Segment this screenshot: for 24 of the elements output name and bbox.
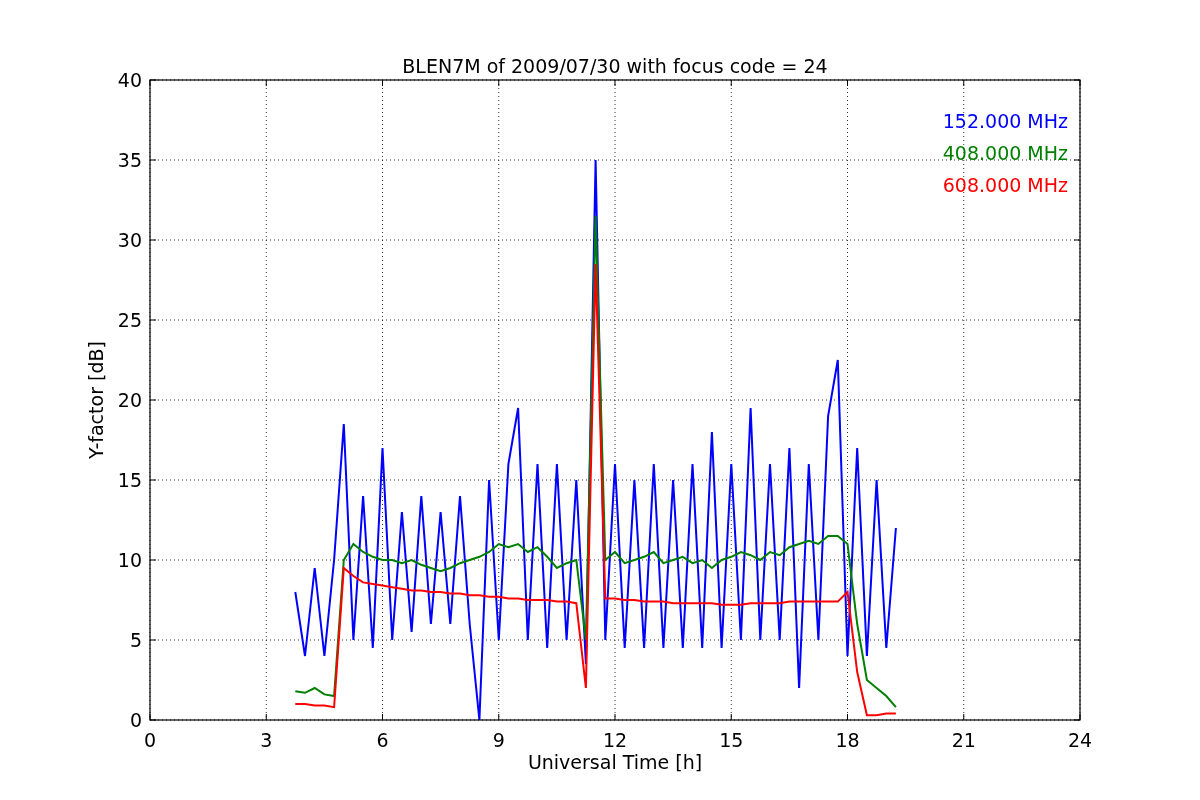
y-tick-label: 20 <box>117 389 142 411</box>
x-tick-label: 12 <box>602 729 628 751</box>
y-tick-label: 25 <box>117 309 142 331</box>
x-axis-label: Universal Time [h] <box>527 751 703 773</box>
y-tick-label: 10 <box>117 549 142 571</box>
x-tick-label: 0 <box>143 729 157 751</box>
legend-label: 608.000 MHz <box>942 174 1068 196</box>
x-tick-label: 24 <box>1067 729 1093 751</box>
x-tick-label: 15 <box>719 729 744 751</box>
y-tick-label: 0 <box>129 709 142 731</box>
y-axis-label: Y-factor [dB] <box>85 341 107 459</box>
x-tick-label: 3 <box>260 729 273 751</box>
legend-label: 408.000 MHz <box>942 142 1068 164</box>
x-tick-label: 6 <box>376 729 389 751</box>
x-tick-label: 9 <box>492 729 505 751</box>
y-tick-label: 5 <box>129 629 142 651</box>
x-tick-label: 21 <box>951 729 976 751</box>
legend-label: 152.000 MHz <box>942 110 1068 132</box>
y-tick-label: 30 <box>117 229 142 251</box>
y-tick-label: 40 <box>117 69 142 91</box>
chart-title: BLEN7M of 2009/07/30 with focus code = 24 <box>402 55 828 77</box>
y-tick-label: 15 <box>117 469 142 491</box>
x-tick-label: 18 <box>835 729 860 751</box>
y-tick-label: 35 <box>117 149 142 171</box>
